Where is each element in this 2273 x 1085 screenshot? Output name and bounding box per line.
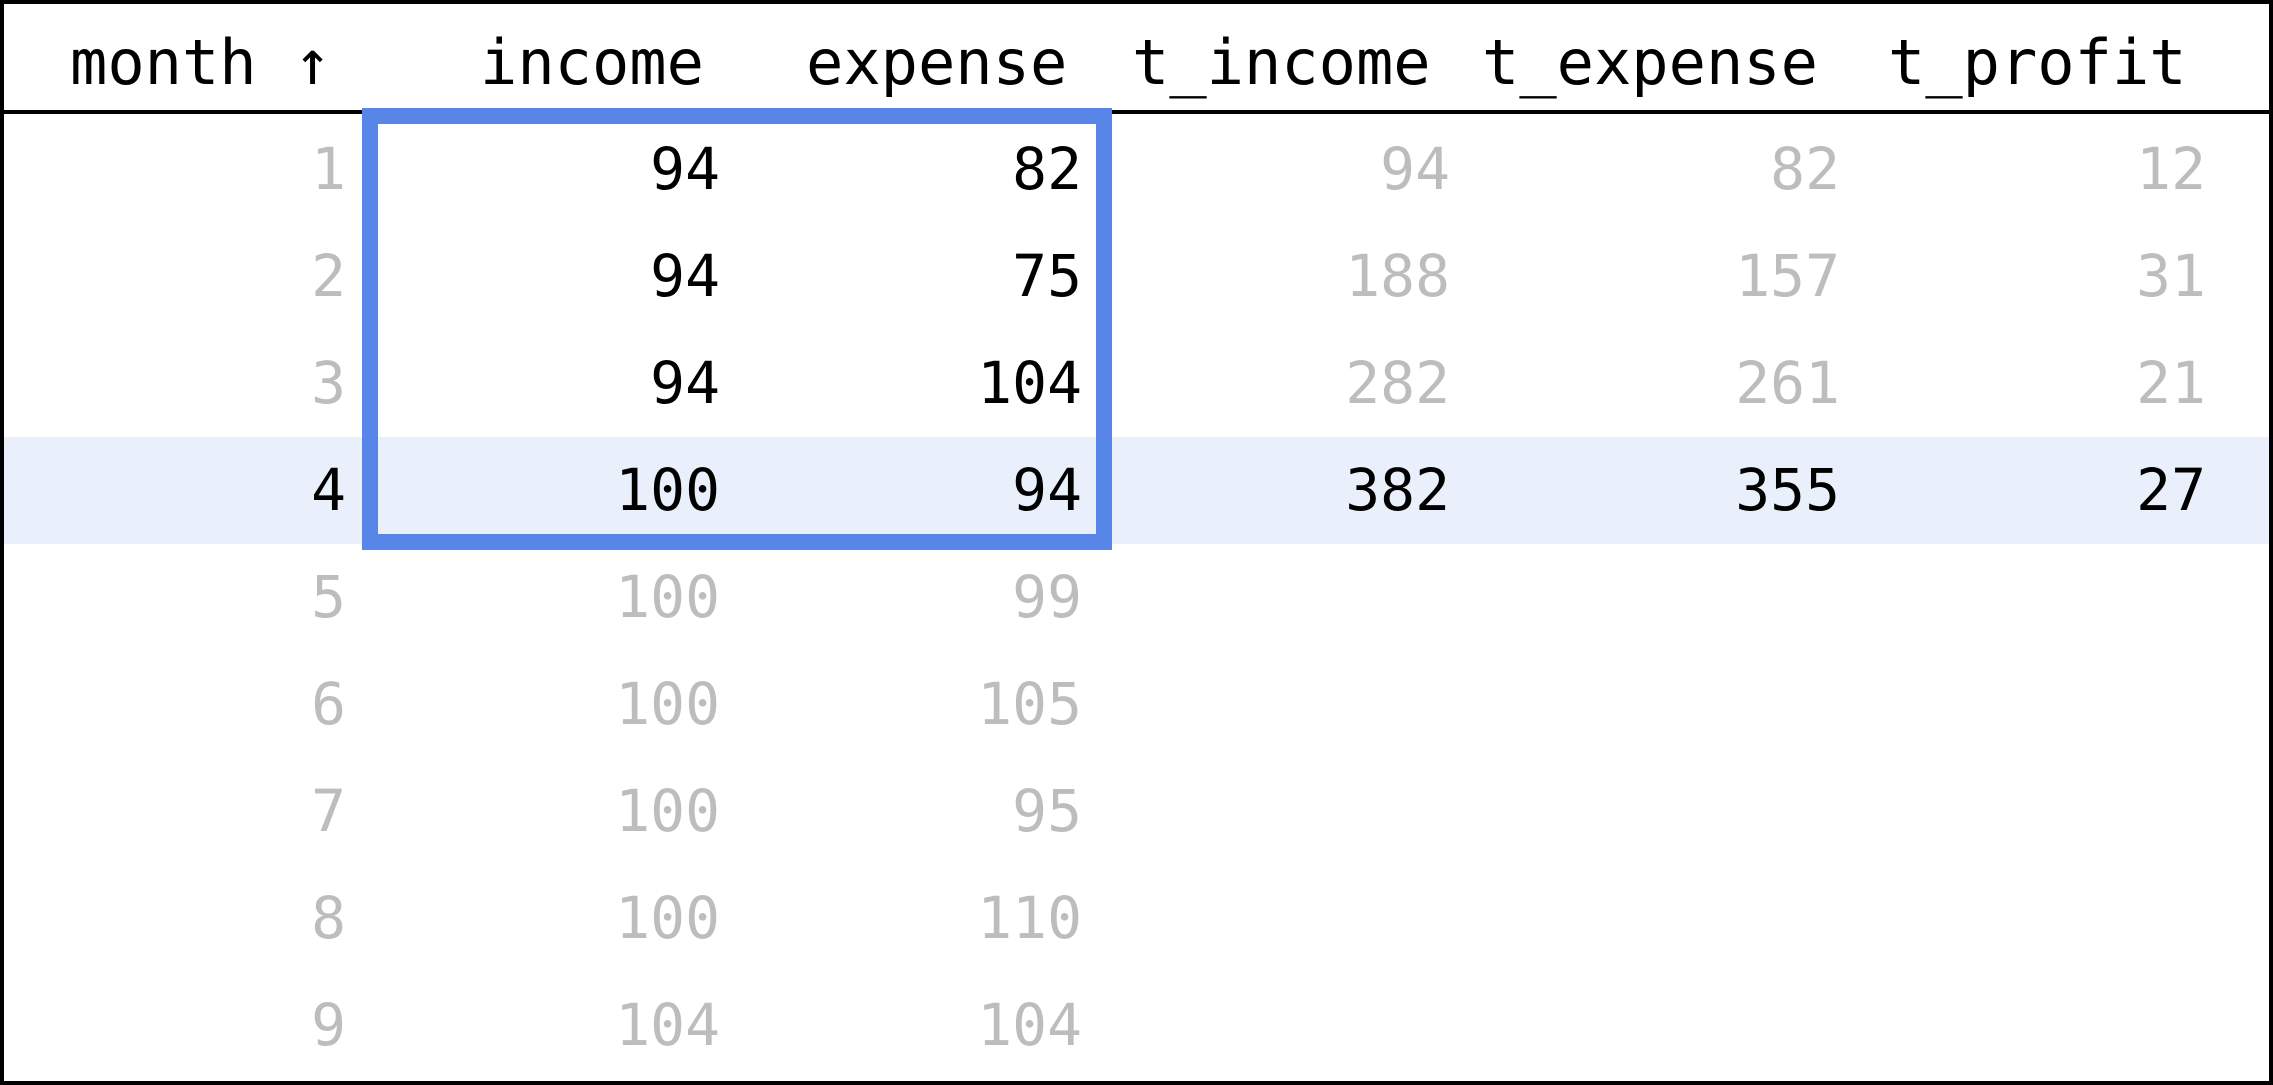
table-row[interactable]: 3 94 104 282 261 21 [4, 330, 2269, 437]
table-row[interactable]: 8 100 110 [4, 865, 2269, 972]
cell-month[interactable]: 5 [311, 544, 346, 650]
column-header-t-expense[interactable]: t_expense [1482, 4, 1818, 110]
cell-t-profit[interactable]: 21 [2136, 330, 2206, 436]
column-header-t-income[interactable]: t_income [1132, 4, 1431, 110]
cell-income[interactable]: 100 [615, 437, 720, 543]
cell-t-expense[interactable]: 82 [1770, 116, 1840, 222]
cell-month[interactable]: 7 [311, 758, 346, 864]
table-row[interactable]: 7 100 95 [4, 758, 2269, 865]
cell-expense[interactable]: 94 [1012, 437, 1082, 543]
cell-t-expense[interactable]: 157 [1735, 223, 1840, 329]
cell-income[interactable]: 100 [615, 651, 720, 757]
cell-expense[interactable]: 82 [1012, 116, 1082, 222]
table-row[interactable]: 6 100 105 [4, 651, 2269, 758]
table-row[interactable]: 1 94 82 94 82 12 [4, 116, 2269, 223]
cell-t-income[interactable]: 94 [1380, 116, 1450, 222]
cell-income[interactable]: 94 [650, 223, 720, 329]
cell-income[interactable]: 100 [615, 758, 720, 864]
column-header-month[interactable]: month ↑ [70, 4, 331, 110]
cell-income[interactable]: 100 [615, 865, 720, 971]
cell-income[interactable]: 94 [650, 330, 720, 436]
cell-month[interactable]: 6 [311, 651, 346, 757]
cell-month[interactable]: 8 [311, 865, 346, 971]
table-row[interactable]: 4 100 94 382 355 27 [4, 437, 2269, 544]
table-row[interactable]: 5 100 99 [4, 544, 2269, 651]
cell-t-profit[interactable]: 12 [2136, 116, 2206, 222]
cell-month[interactable]: 1 [311, 116, 346, 222]
cell-month[interactable]: 4 [311, 437, 346, 543]
cell-t-income[interactable]: 382 [1345, 437, 1450, 543]
data-table: month ↑ income expense t_income t_expens… [0, 0, 2273, 1085]
table-row[interactable]: 9 104 104 [4, 972, 2269, 1079]
cell-expense[interactable]: 95 [1012, 758, 1082, 864]
cell-month[interactable]: 9 [311, 972, 346, 1078]
cell-month[interactable]: 3 [311, 330, 346, 436]
cell-income[interactable]: 94 [650, 116, 720, 222]
cell-month[interactable]: 2 [311, 223, 346, 329]
cell-t-profit[interactable]: 27 [2136, 437, 2206, 543]
cell-expense[interactable]: 75 [1012, 223, 1082, 329]
cell-t-income[interactable]: 282 [1345, 330, 1450, 436]
cell-expense[interactable]: 104 [977, 330, 1082, 436]
cell-t-expense[interactable]: 261 [1735, 330, 1840, 436]
cell-income[interactable]: 104 [615, 972, 720, 1078]
cell-expense[interactable]: 110 [977, 865, 1082, 971]
column-header-expense[interactable]: expense [806, 4, 1067, 110]
cell-expense[interactable]: 104 [977, 972, 1082, 1078]
cell-t-profit[interactable]: 31 [2136, 223, 2206, 329]
cell-t-income[interactable]: 188 [1345, 223, 1450, 329]
table-row[interactable]: 2 94 75 188 157 31 [4, 223, 2269, 330]
table-header: month ↑ income expense t_income t_expens… [4, 4, 2269, 114]
cell-income[interactable]: 100 [615, 544, 720, 650]
cell-expense[interactable]: 99 [1012, 544, 1082, 650]
cell-t-expense[interactable]: 355 [1735, 437, 1840, 543]
column-header-income[interactable]: income [480, 4, 704, 110]
cell-expense[interactable]: 105 [977, 651, 1082, 757]
column-header-t-profit[interactable]: t_profit [1888, 4, 2187, 110]
